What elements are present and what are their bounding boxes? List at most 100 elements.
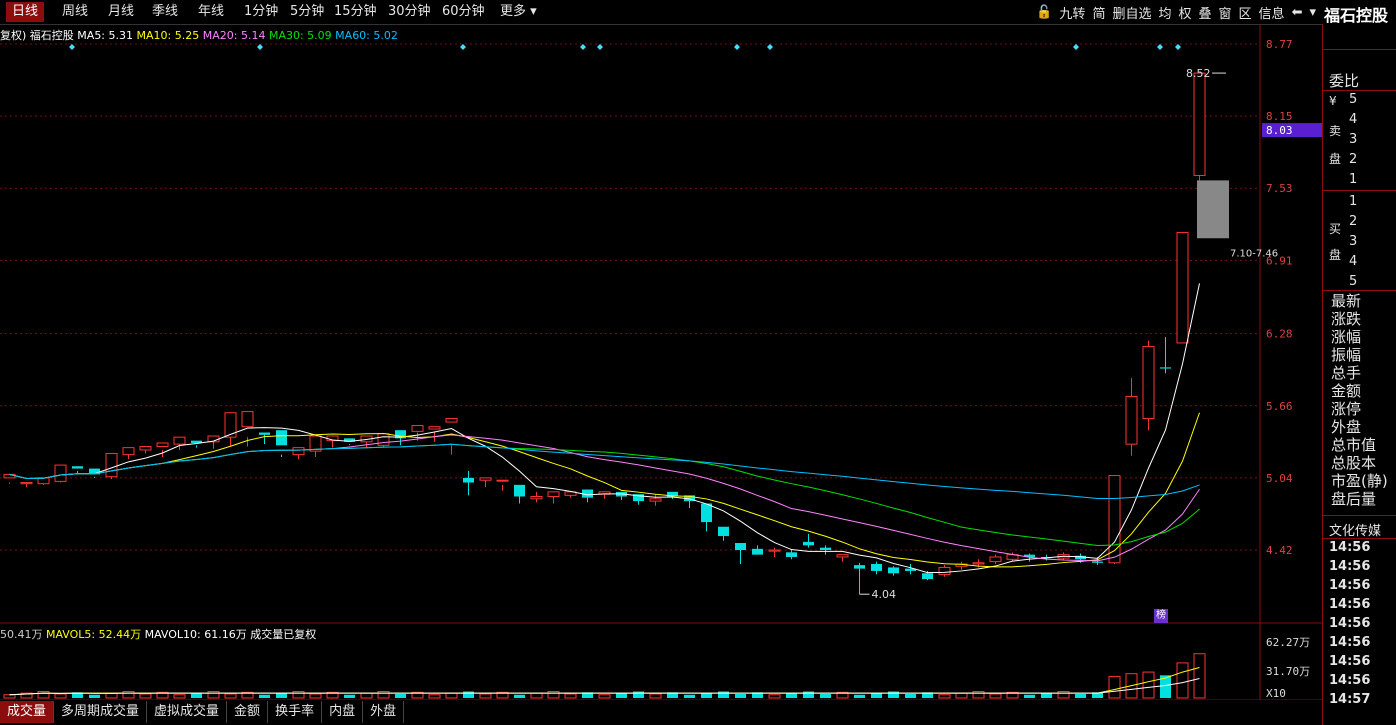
period-tab-2[interactable]: 月线 [102,2,140,22]
candle-body-25 [428,426,441,430]
volume-bar-18 [309,693,322,699]
tool-0[interactable]: 🔓 [1036,5,1052,20]
tool-3[interactable]: 删自选 [1112,3,1151,22]
candle-body-22 [377,433,390,446]
volume-bar-42 [718,691,729,698]
sell-label-0: ¥ [1329,94,1337,108]
volume-bar-45 [768,694,781,699]
period-tab-0[interactable]: 日线 [6,2,45,22]
tool-6[interactable]: 叠 [1199,3,1212,22]
candle-body-26 [445,418,458,423]
tick-time-2: 14:56 [1329,578,1371,593]
price-label-6: 5.04 [1266,472,1293,485]
candle-body-49 [836,554,849,558]
candle-body-70 [1193,72,1206,176]
volume-bar-21 [360,692,373,699]
quote-panel: 委比 ¥ 卖盘 5 4 3 2 1 买盘 1 2 3 4 5 最新 涨跌 涨幅 振幅 总手 金额 涨停 外盘 总市值 总股本市… [1322,24,1396,725]
candle-body-48 [820,547,831,550]
period-tab-10[interactable]: 更多 ▾ [494,2,543,22]
indicator-tab-0[interactable]: 成交量 [0,701,55,723]
volume-bar-10 [173,694,186,699]
candle-body-38 [649,498,662,502]
period-tab-7[interactable]: 15分钟 [328,2,383,22]
period-tab-1[interactable]: 周线 [56,2,94,22]
signal-diamond-3 [580,44,586,50]
volume-bar-33 [564,693,577,699]
tool-7[interactable]: 窗 [1219,3,1232,22]
volume-bar-58 [989,693,1002,699]
volume-bar-48 [820,693,831,698]
bang-tag[interactable]: 榜 [1154,609,1168,623]
candle-body-55 [938,566,951,575]
period-tab-5[interactable]: 1分钟 [238,2,284,22]
candle-body-32 [547,491,560,497]
period-tab-6[interactable]: 5分钟 [284,2,330,22]
tool-11[interactable]: ▾ [1309,5,1316,20]
candle-body-52 [888,567,899,574]
ma-line-10 [9,412,1200,568]
signal-diamond-4 [597,44,603,50]
tool-2[interactable]: 简 [1092,3,1105,22]
tick-time-0: 14:56 [1329,540,1371,555]
indicator-tab-3[interactable]: 金额 [227,701,269,723]
period-tab-9[interactable]: 60分钟 [436,2,491,22]
volume-bar-32 [547,691,560,699]
candle-body-17 [292,447,305,456]
indicator-tab-5[interactable]: 内盘 [322,701,364,723]
indicator-tab-2[interactable]: 虚拟成交量 [147,701,228,723]
signal-diamond-5 [734,44,740,50]
candle-body-64 [1092,561,1103,563]
volume-bar-51 [871,693,882,698]
volume-bar-20 [344,694,355,698]
volume-bar-38 [649,693,662,699]
candle-body-4 [72,466,83,469]
buy-level-2: 3 [1349,234,1358,249]
tool-5[interactable]: 权 [1178,3,1191,22]
vol-ma-5 [9,667,1200,696]
volume-bar-43 [735,693,746,698]
volume-bar-46 [786,693,797,698]
candle-body-8 [139,445,152,451]
current-price-label: 8.03 [1266,124,1293,137]
sell-label-2: 盘 [1329,152,1342,166]
kline-chart[interactable]: 8.778.157.536.916.285.665.044.428.037.10… [0,24,1322,700]
volume-bar-16 [276,693,287,698]
candle-body-51 [871,563,882,571]
ma-line-5 [9,283,1200,574]
volume-bar-63 [1075,693,1086,698]
volume-bar-15 [259,694,270,698]
indicator-tab-6[interactable]: 外盘 [363,701,405,723]
sell-level-0: 5 [1349,92,1358,107]
tick-time-6: 14:56 [1329,654,1371,669]
volume-bar-69 [1176,662,1189,699]
volume-bar-3 [54,693,67,699]
sell-level-1: 4 [1349,112,1358,127]
tool-1[interactable]: 九转 [1059,3,1085,22]
tool-10[interactable]: ⬅ [1292,5,1303,20]
volume-bar-28 [479,693,492,699]
period-tab-4[interactable]: 年线 [192,2,230,22]
buy-label-0: 买 [1329,222,1342,236]
indicator-tab-1[interactable]: 多周期成交量 [54,701,148,723]
tick-time-7: 14:56 [1329,673,1371,688]
period-tab-3[interactable]: 季线 [146,2,184,22]
tool-4[interactable]: 均 [1158,3,1171,22]
indicator-tab-4[interactable]: 换手率 [268,701,323,723]
volume-bar-12 [207,691,220,699]
volume-bar-40 [684,694,695,698]
volume-bar-56 [955,692,968,699]
price-label-4: 6.28 [1266,328,1293,341]
candle-body-15 [259,432,270,435]
tool-9[interactable]: 信息 [1259,3,1285,22]
sell-level-2: 3 [1349,132,1358,147]
period-bar: 日线 周线 月线 季线 年线 1分钟 5分钟 15分钟 30分钟 60分钟 更多 ▾ 🔓 九转简删自选… [0,0,1322,25]
period-tab-8[interactable]: 30分钟 [382,2,437,22]
gap-box [1197,180,1229,239]
volume-bar-52 [888,691,899,698]
tool-8[interactable]: 区 [1239,3,1252,22]
volume-bar-17 [292,691,305,699]
tick-time-1: 14:56 [1329,559,1371,574]
candle-body-7 [122,447,135,456]
candle-body-46 [786,552,797,557]
buy-label-1: 盘 [1329,248,1342,262]
